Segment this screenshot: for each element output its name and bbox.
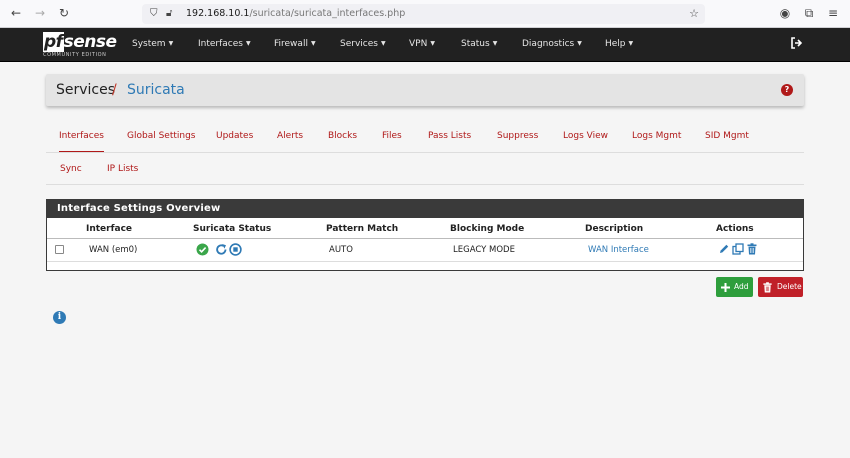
status-running-icon	[196, 243, 209, 259]
add-button[interactable]: Add	[716, 277, 753, 297]
url-text[interactable]: 192.168.10.1/suricata/suricata_interface…	[186, 8, 405, 20]
nav-label: VPN	[409, 39, 428, 49]
tab-logs-mgmt[interactable]: Logs Mgmt	[632, 130, 681, 142]
reload-icon[interactable]: ↻	[57, 6, 71, 20]
not-secure-lock-icon[interactable]: 🔓︎	[166, 7, 172, 21]
tab-sid-mgmt[interactable]: SID Mgmt	[705, 130, 749, 142]
caret-down-icon: ▼	[168, 40, 174, 47]
nav-label: System	[132, 39, 166, 49]
tab-sync[interactable]: Sync	[60, 163, 82, 175]
caret-down-icon: ▼	[430, 40, 435, 47]
edit-pencil-icon[interactable]	[718, 243, 730, 258]
nav-firewall[interactable]: Firewall ▼	[274, 38, 316, 50]
logo-edition: COMMUNITY EDITION	[43, 52, 107, 58]
nav-system[interactable]: System ▼	[132, 38, 173, 50]
plus-icon	[720, 281, 731, 301]
tab-blocks[interactable]: Blocks	[328, 130, 357, 142]
cell-blocking-mode: LEGACY MODE	[453, 245, 515, 255]
cell-pattern-match: AUTO	[329, 245, 353, 255]
column-header-pattern-match: Pattern Match	[326, 224, 399, 234]
breadcrumb: Services / Suricata ?	[46, 74, 804, 106]
shield-icon[interactable]: ⛉	[150, 7, 158, 21]
logo-text: sense	[63, 32, 117, 52]
breadcrumb-separator: /	[112, 82, 117, 98]
delete-button-label: Delete	[777, 282, 802, 291]
tab-interfaces[interactable]: Interfaces	[59, 130, 104, 153]
nav-label: Help	[605, 39, 626, 49]
copy-icon[interactable]	[732, 243, 744, 258]
interface-settings-panel: Interface Settings Overview Interface Su…	[46, 199, 804, 271]
column-header-interface: Interface	[86, 224, 133, 234]
main-navbar: pfsense COMMUNITY EDITION System ▼ Interf…	[0, 28, 850, 62]
pfsense-logo[interactable]: pfsense COMMUNITY EDITION	[43, 30, 117, 60]
column-header-description: Description	[585, 224, 644, 234]
tab-updates[interactable]: Updates	[216, 130, 253, 142]
column-header-actions: Actions	[716, 224, 754, 234]
info-icon[interactable]: i	[53, 311, 66, 324]
trash-icon	[762, 281, 773, 301]
column-header-status: Suricata Status	[193, 224, 272, 234]
menu-icon[interactable]: ≡	[826, 6, 840, 20]
panel-heading: Interface Settings Overview	[47, 200, 803, 218]
stop-icon[interactable]	[229, 243, 242, 259]
trash-icon[interactable]	[746, 243, 758, 258]
caret-down-icon: ▼	[380, 40, 386, 47]
tab-alerts[interactable]: Alerts	[277, 130, 303, 142]
breadcrumb-current[interactable]: Suricata	[127, 82, 185, 98]
caret-down-icon: ▼	[628, 40, 634, 47]
bookmark-star-icon[interactable]: ☆	[689, 7, 699, 20]
url-host: 192.168.10.1	[186, 8, 250, 19]
extensions-icon[interactable]: ⧉	[802, 6, 816, 20]
address-bar[interactable]: ⛉ 🔓︎ 192.168.10.1/suricata/suricata_inte…	[142, 4, 705, 24]
nav-diagnostics[interactable]: Diagnostics ▼	[522, 38, 582, 50]
tab-divider	[46, 152, 804, 153]
tab-divider	[46, 184, 804, 185]
column-header-blocking-mode: Blocking Mode	[450, 224, 525, 234]
nav-label: Status	[461, 39, 490, 49]
forward-arrow-icon[interactable]: →	[33, 6, 47, 20]
add-button-label: Add	[734, 282, 749, 291]
tab-suppress[interactable]: Suppress	[497, 130, 538, 142]
nav-label: Services	[340, 39, 378, 49]
account-icon[interactable]: ◉	[778, 6, 792, 20]
tab-logs-view[interactable]: Logs View	[563, 130, 608, 142]
browser-toolbar: ← → ↻ ⛉ 🔓︎ 192.168.10.1/suricata/suricat…	[0, 0, 850, 28]
panel-title: Interface Settings Overview	[57, 203, 221, 214]
caret-down-icon: ▼	[310, 40, 316, 47]
nav-interfaces[interactable]: Interfaces ▼	[198, 38, 251, 50]
nav-label: Firewall	[274, 39, 308, 49]
header-rule	[47, 238, 803, 239]
nav-label: Interfaces	[198, 39, 243, 49]
logout-icon[interactable]	[790, 37, 804, 51]
caret-down-icon: ▼	[245, 40, 251, 47]
nav-services[interactable]: Services ▼	[340, 38, 386, 50]
url-path: /suricata/suricata_interfaces.php	[249, 8, 406, 19]
tab-files[interactable]: Files	[382, 130, 402, 142]
nav-help[interactable]: Help ▼	[605, 38, 633, 50]
nav-status[interactable]: Status ▼	[461, 38, 497, 50]
restart-icon[interactable]	[215, 243, 228, 259]
help-icon[interactable]: ?	[781, 84, 793, 96]
breadcrumb-parent[interactable]: Services	[56, 82, 115, 98]
back-arrow-icon[interactable]: ←	[9, 6, 23, 20]
delete-button[interactable]: Delete	[758, 277, 803, 297]
row-select-checkbox[interactable]	[55, 245, 64, 254]
nav-vpn[interactable]: VPN ▼	[409, 38, 435, 50]
caret-down-icon: ▼	[492, 40, 498, 47]
row-rule	[47, 261, 803, 262]
nav-label: Diagnostics	[522, 39, 575, 49]
tab-global-settings[interactable]: Global Settings	[127, 130, 195, 142]
tab-ip-lists[interactable]: IP Lists	[107, 163, 138, 175]
tab-pass-lists[interactable]: Pass Lists	[428, 130, 471, 142]
caret-down-icon: ▼	[577, 40, 582, 47]
logo-prefix: pf	[43, 32, 64, 52]
cell-interface: WAN (em0)	[89, 245, 138, 255]
cell-description-link[interactable]: WAN Interface	[588, 244, 649, 256]
